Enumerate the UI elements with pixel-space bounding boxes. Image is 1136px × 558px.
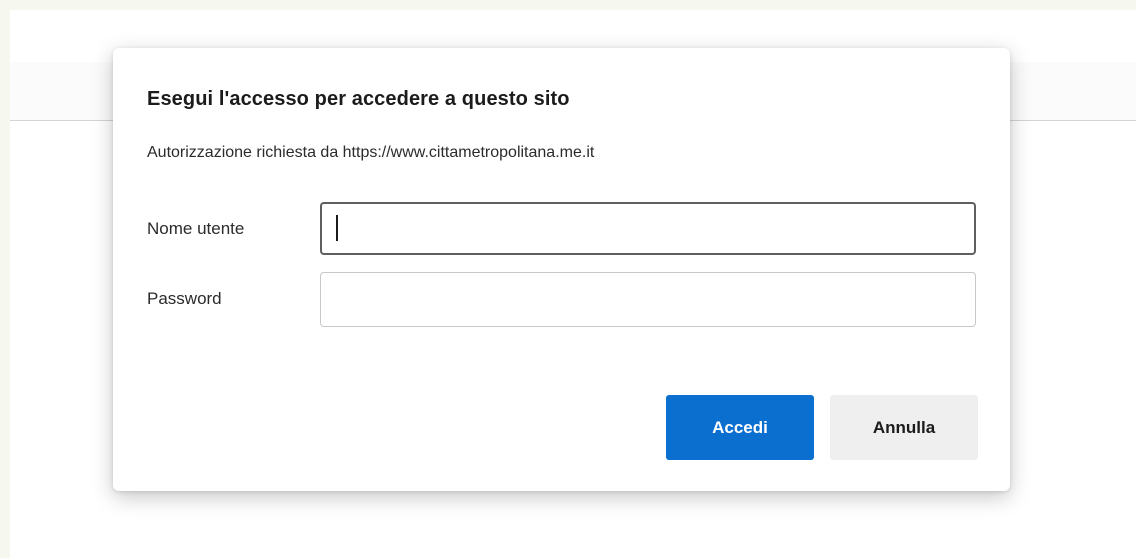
password-label: Password <box>147 289 222 308</box>
dialog-subtitle: Autorizzazione richiesta da https://www.… <box>147 144 595 161</box>
username-input[interactable] <box>320 202 976 255</box>
sign-in-dialog: Esegui l'accesso per accedere a questo s… <box>113 48 1010 491</box>
dialog-title: Esegui l'accesso per accedere a questo s… <box>147 88 570 110</box>
text-caret <box>336 215 338 241</box>
password-input[interactable] <box>320 272 976 327</box>
cancel-button[interactable]: Annulla <box>830 395 978 460</box>
sign-in-button[interactable]: Accedi <box>666 395 814 460</box>
username-label: Nome utente <box>147 219 245 238</box>
